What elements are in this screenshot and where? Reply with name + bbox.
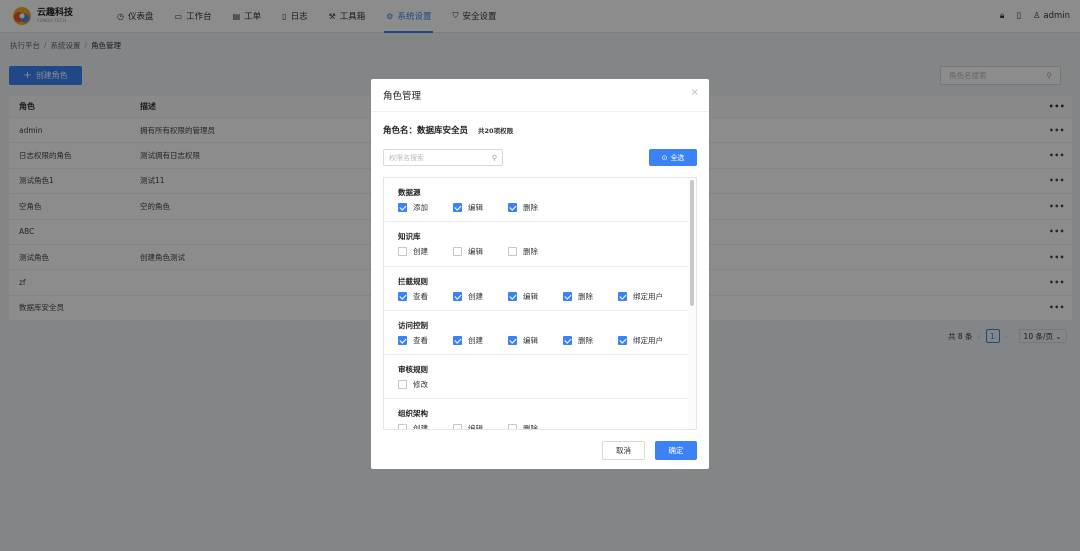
permission-checkbox-option[interactable]: 创建 <box>398 423 453 430</box>
permission-checkbox-option[interactable]: 添加 <box>398 202 453 213</box>
permission-checkbox-option[interactable]: 创建 <box>453 291 508 302</box>
permission-checkbox-option[interactable]: 删除 <box>508 423 563 430</box>
permission-checkbox-option[interactable]: 编辑 <box>508 335 563 346</box>
permission-label: 创建 <box>413 424 428 430</box>
checkbox-unchecked-icon[interactable] <box>398 380 407 390</box>
checkbox-checked-icon[interactable] <box>508 335 517 345</box>
permission-count: 共20项权限 <box>478 127 514 135</box>
permission-checkbox-option[interactable]: 绑定用户 <box>618 335 673 346</box>
permission-group: 组织架构创建 编辑 删除 <box>384 399 688 430</box>
checkbox-checked-icon[interactable] <box>563 335 572 345</box>
permission-checkbox-option[interactable]: 查看 <box>398 291 453 302</box>
role-name-line: 角色名： 数据库安全员 共20项权限 <box>383 124 513 136</box>
permission-checkbox-option[interactable]: 编辑 <box>453 423 508 430</box>
permission-group: 知识库创建 编辑 删除 <box>384 222 688 267</box>
permission-label: 绑定用户 <box>633 335 663 345</box>
permission-label: 创建 <box>468 291 483 301</box>
permission-search-input[interactable]: 权限名搜索 ⚲ <box>383 149 503 166</box>
permission-label: 创建 <box>413 247 428 257</box>
permission-label: 编辑 <box>468 203 483 212</box>
role-permission-dialog: 角色管理 × 角色名： 数据库安全员 共20项权限 权限名搜索 ⚲ ⊙ 全选 数… <box>371 79 709 469</box>
checkbox-unchecked-icon[interactable] <box>398 424 407 429</box>
permission-label: 添加 <box>413 203 428 212</box>
select-all-label: 全选 <box>670 153 685 162</box>
cancel-button[interactable]: 取消 <box>602 441 645 460</box>
permission-group: 数据源添加 编辑 删除 <box>384 178 688 223</box>
permission-checkbox-option[interactable]: 绑定用户 <box>618 291 673 302</box>
permission-label: 删除 <box>523 247 538 257</box>
permission-checkbox-option[interactable]: 查看 <box>398 335 453 346</box>
checkbox-unchecked-icon[interactable] <box>398 247 407 257</box>
permission-group: 拦截规则查看 创建 编辑 删除 绑定用户 <box>384 267 688 311</box>
permission-checkbox-option[interactable]: 创建 <box>453 335 508 346</box>
permission-label: 查看 <box>413 335 428 345</box>
permission-group-title: 访问控制 <box>398 320 428 330</box>
checkbox-checked-icon[interactable] <box>508 291 517 301</box>
checkbox-checked-icon[interactable] <box>618 335 627 345</box>
permission-checkbox-option[interactable]: 编辑 <box>453 246 508 257</box>
scrollbar-thumb[interactable] <box>690 180 694 306</box>
permission-checkbox-option[interactable]: 删除 <box>563 335 618 346</box>
permission-label: 删除 <box>523 424 538 430</box>
checkbox-unchecked-icon[interactable] <box>453 424 462 429</box>
permission-list: 数据源 添加 编辑 删除 知识库 创建 编辑 删除 拦截规则 查看 创建 编辑 删除 绑定用户 访问控制 查看… <box>383 177 697 430</box>
checkbox-checked-icon[interactable] <box>453 335 462 345</box>
checkbox-checked-icon[interactable] <box>398 291 407 301</box>
permission-checkbox-option[interactable]: 删除 <box>508 246 563 257</box>
permission-checkbox-option[interactable]: 编辑 <box>453 202 508 213</box>
permission-label: 查看 <box>413 291 428 301</box>
checkbox-checked-icon[interactable] <box>563 291 572 301</box>
permission-group: 访问控制查看 创建 编辑 删除 绑定用户 <box>384 311 688 356</box>
permission-checkbox-option[interactable]: 修改 <box>398 379 453 390</box>
permission-group-title: 数据源 <box>398 188 421 197</box>
permission-label: 编辑 <box>468 247 483 257</box>
permission-label: 创建 <box>468 335 483 345</box>
checkbox-unchecked-icon[interactable] <box>508 247 517 257</box>
permission-checkbox-option[interactable]: 删除 <box>563 291 618 302</box>
confirm-button[interactable]: 确定 <box>655 441 697 460</box>
scrollbar[interactable] <box>688 178 696 429</box>
permission-checkbox-option[interactable]: 创建 <box>398 246 453 257</box>
checkbox-checked-icon[interactable] <box>398 203 407 212</box>
close-icon[interactable]: × <box>691 87 699 98</box>
role-name-label: 角色名： <box>383 126 418 136</box>
dialog-title: 角色管理 <box>383 91 422 102</box>
permission-group-title: 知识库 <box>398 232 421 242</box>
permission-label: 修改 <box>413 380 428 390</box>
checkbox-unchecked-icon[interactable] <box>508 424 517 429</box>
permission-label: 编辑 <box>468 424 483 430</box>
checkbox-checked-icon[interactable] <box>618 291 627 301</box>
permission-search-placeholder: 权限名搜索 <box>389 153 424 162</box>
select-all-button[interactable]: ⊙ 全选 <box>649 149 697 166</box>
checkbox-checked-icon[interactable] <box>398 335 407 345</box>
checkbox-unchecked-icon[interactable] <box>453 247 462 257</box>
permission-label: 编辑 <box>523 335 538 345</box>
permission-group: 审核规则修改 <box>384 355 688 400</box>
search-icon[interactable]: ⚲ <box>492 154 497 162</box>
permission-checkbox-option[interactable]: 删除 <box>508 202 563 213</box>
permission-label: 绑定用户 <box>633 291 663 301</box>
permission-label: 删除 <box>578 291 593 301</box>
check-circle-icon: ⊙ <box>661 153 668 162</box>
permission-checkbox-option[interactable]: 编辑 <box>508 291 563 302</box>
permission-group-title: 拦截规则 <box>398 276 428 286</box>
role-name-value: 数据库安全员 <box>417 126 469 136</box>
permission-label: 删除 <box>578 335 593 345</box>
permission-label: 删除 <box>523 203 538 212</box>
permission-group-title: 组织架构 <box>398 409 428 419</box>
permission-group-title: 审核规则 <box>398 365 428 375</box>
checkbox-checked-icon[interactable] <box>453 203 462 212</box>
checkbox-checked-icon[interactable] <box>508 203 517 212</box>
permission-label: 编辑 <box>523 291 538 301</box>
checkbox-checked-icon[interactable] <box>453 291 462 301</box>
